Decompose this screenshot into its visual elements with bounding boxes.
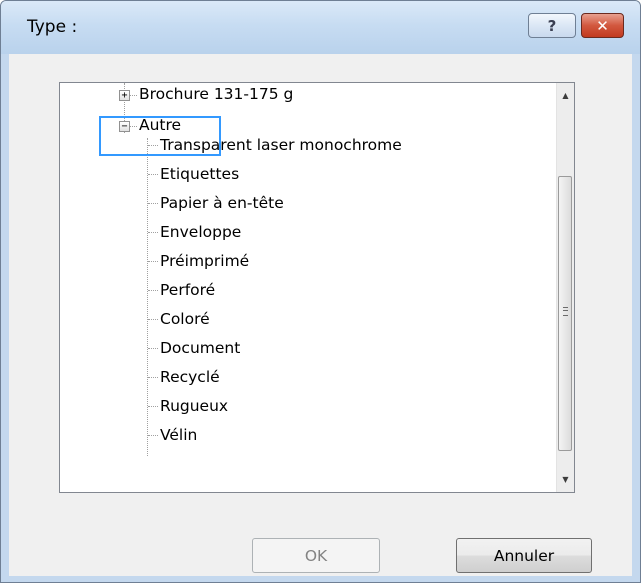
dialog-window: Type : ? ✕ + Brochure 131-175 g − Autre … bbox=[0, 0, 641, 583]
tree-item-papier-en-tete[interactable]: Papier à en-tête bbox=[160, 191, 284, 215]
tree-item-recycle[interactable]: Recyclé bbox=[160, 365, 220, 389]
tree-item-label: Brochure 131-175 g bbox=[139, 85, 294, 103]
tree-connector-children bbox=[147, 138, 148, 456]
arrow-down-icon: ▼ bbox=[562, 475, 569, 484]
ok-button[interactable]: OK bbox=[252, 538, 380, 573]
ok-button-label: OK bbox=[304, 546, 328, 565]
expand-plus-icon[interactable]: + bbox=[119, 90, 130, 101]
tree-item-etiquettes[interactable]: Etiquettes bbox=[160, 162, 239, 186]
window-title: Type : bbox=[27, 17, 78, 37]
scroll-up-button[interactable]: ▲ bbox=[557, 87, 574, 104]
close-button[interactable]: ✕ bbox=[581, 13, 624, 38]
tree-connector-brochure bbox=[129, 95, 137, 96]
help-button[interactable]: ? bbox=[528, 13, 576, 38]
selection-focus-rect bbox=[99, 116, 221, 156]
close-icon: ✕ bbox=[596, 16, 609, 35]
arrow-up-icon: ▲ bbox=[562, 91, 569, 100]
title-bar[interactable]: Type : ? ✕ bbox=[1, 1, 640, 54]
tree-item-colore[interactable]: Coloré bbox=[160, 307, 210, 331]
tree-item-enveloppe[interactable]: Enveloppe bbox=[160, 220, 241, 244]
tree-item-preimprime[interactable]: Préimprimé bbox=[160, 249, 249, 273]
tree-item-rugueux[interactable]: Rugueux bbox=[160, 394, 228, 418]
tree-item-document[interactable]: Document bbox=[160, 336, 240, 360]
grip-icon bbox=[563, 307, 568, 316]
cancel-button[interactable]: Annuler bbox=[456, 538, 592, 573]
scroll-thumb[interactable] bbox=[558, 176, 572, 451]
cancel-button-label: Annuler bbox=[493, 546, 555, 565]
tree-item-perfore[interactable]: Perforé bbox=[160, 278, 215, 302]
scroll-down-button[interactable]: ▼ bbox=[557, 471, 574, 488]
tree-item-brochure[interactable]: Brochure 131-175 g bbox=[139, 83, 293, 103]
tree-item-velin[interactable]: Vélin bbox=[160, 423, 197, 447]
help-icon: ? bbox=[547, 16, 557, 35]
tree-scrollbar[interactable]: ▲ ▼ bbox=[556, 83, 574, 492]
